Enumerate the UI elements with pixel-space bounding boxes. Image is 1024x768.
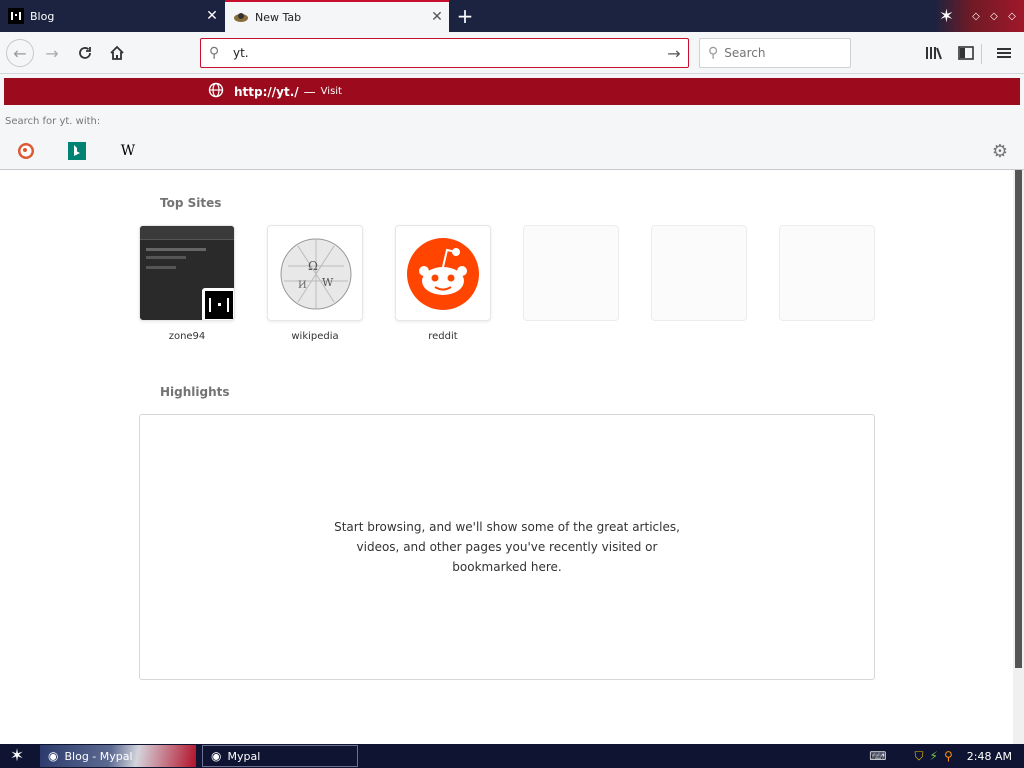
top-site-empty[interactable]	[779, 225, 875, 331]
system-tray: ⌨ ⛉ ⚡ ⚲ 2:48 AM	[869, 744, 1024, 768]
taskbar-item-label: Blog - Mypal	[64, 749, 133, 763]
top-site-empty[interactable]	[651, 225, 747, 331]
zone94-favicon-icon	[202, 288, 234, 320]
search-bar[interactable]: ⚲	[699, 38, 875, 68]
toolbar-separator	[981, 44, 982, 64]
window-controls: ✶ ◇ ◇ ◇	[934, 0, 1024, 32]
search-with-label: Search for yt. with:	[5, 116, 101, 127]
library-icon	[926, 47, 942, 60]
mypal-favicon-icon	[233, 9, 249, 25]
reddit-icon	[407, 238, 479, 310]
new-tab-button[interactable]: +	[452, 3, 478, 29]
taskbar-item-mypal[interactable]: ◉ Mypal	[202, 745, 358, 767]
svg-text:W: W	[322, 276, 334, 289]
minimize-icon[interactable]: ◇	[970, 11, 982, 22]
site-thumbnail	[395, 225, 491, 321]
tab-strip: Blog ✕ New Tab ✕ + ✶ ◇ ◇ ◇	[0, 0, 1024, 32]
close-window-icon[interactable]: ◇	[1006, 11, 1018, 22]
search-tray-icon[interactable]: ⚲	[944, 749, 953, 763]
star-logo-icon: ✶	[938, 5, 954, 27]
top-site-reddit[interactable]: reddit	[395, 225, 491, 342]
site-label: wikipedia	[291, 331, 339, 342]
tab-title: New Tab	[255, 10, 302, 24]
wikipedia-icon[interactable]: W	[119, 142, 137, 160]
taskbar-item-label: Mypal	[227, 749, 261, 763]
site-thumbnail	[139, 225, 235, 321]
top-sites-heading: Top Sites	[160, 196, 222, 210]
clock: 2:48 AM	[966, 749, 1012, 763]
top-site-wikipedia[interactable]: Ω W И wikipedia	[267, 225, 363, 342]
go-arrow-icon[interactable]: →	[660, 44, 688, 63]
url-autocomplete-popup: http://yt./ — Visit Search for yt. with:…	[0, 74, 1024, 170]
close-tab-icon[interactable]: ✕	[200, 8, 224, 24]
tab-blog[interactable]: Blog ✕	[0, 0, 224, 32]
home-icon	[110, 45, 124, 60]
bing-icon[interactable]	[68, 142, 86, 160]
blog-favicon-icon	[8, 8, 24, 24]
tab-new-tab[interactable]: New Tab ✕	[225, 0, 449, 32]
sidebar-icon	[958, 46, 974, 60]
start-button[interactable]: ✶	[0, 744, 34, 768]
keyboard-icon[interactable]: ⌨	[869, 749, 886, 763]
gear-icon[interactable]: ⚙	[992, 141, 1008, 162]
suggestion-action: Visit	[320, 86, 342, 97]
search-input[interactable]	[724, 46, 875, 60]
forward-button[interactable]: →	[38, 39, 66, 67]
top-site-zone94[interactable]: zone94	[139, 225, 235, 342]
mypal-app-icon: ◉	[48, 749, 59, 763]
shield-icon[interactable]: ⛉	[915, 749, 924, 764]
search-icon: ⚲	[708, 45, 719, 61]
os-taskbar: ✶ ◉ Blog - Mypal ◉ Mypal ⌨ ⛉ ⚡ ⚲ 2:48 AM	[0, 744, 1024, 768]
svg-text:И: И	[298, 280, 307, 291]
reload-button[interactable]	[71, 39, 99, 67]
maximize-icon[interactable]: ◇	[988, 11, 1000, 22]
site-placeholder	[779, 225, 875, 321]
globe-icon	[208, 82, 226, 102]
autocomplete-suggestion[interactable]: http://yt./ — Visit	[4, 78, 1020, 105]
wikipedia-globe-icon: Ω W И	[280, 238, 352, 310]
site-label: reddit	[428, 331, 458, 342]
hamburger-menu-icon	[997, 48, 1011, 58]
network-icon[interactable]: ⚡	[930, 749, 938, 763]
highlights-message: Start browsing, and we'll show some of t…	[334, 520, 680, 574]
sidebar-toggle-button[interactable]	[952, 39, 980, 67]
highlights-heading: Highlights	[160, 385, 230, 399]
back-button[interactable]: ←	[6, 39, 34, 67]
close-tab-icon[interactable]: ✕	[425, 9, 449, 25]
tab-title: Blog	[30, 9, 55, 23]
highlights-empty-state: Start browsing, and we'll show some of t…	[139, 414, 875, 680]
svg-text:Ω: Ω	[308, 259, 318, 273]
library-button[interactable]	[920, 39, 948, 67]
top-site-empty[interactable]	[523, 225, 619, 331]
new-tab-page: Top Sites zone94 Ω W И wikipedia reddit …	[0, 170, 1013, 744]
home-button[interactable]	[103, 39, 131, 67]
search-icon: ⚲	[209, 45, 220, 61]
url-input[interactable]	[233, 46, 660, 60]
site-placeholder	[523, 225, 619, 321]
site-placeholder	[651, 225, 747, 321]
scrollbar-thumb[interactable]	[1015, 170, 1022, 668]
taskbar-item-blog[interactable]: ◉ Blog - Mypal	[40, 745, 196, 767]
mypal-app-icon: ◉	[211, 749, 222, 763]
menu-button[interactable]	[990, 39, 1018, 67]
duckduckgo-icon[interactable]	[17, 142, 35, 160]
reload-icon	[79, 47, 91, 59]
navigation-toolbar: ← → ⚲ → ⚲	[0, 32, 1024, 74]
site-label: zone94	[168, 331, 206, 342]
site-thumbnail: Ω W И	[267, 225, 363, 321]
suggestion-separator: —	[303, 84, 316, 99]
page-scrollbar[interactable]	[1013, 170, 1024, 744]
url-bar[interactable]: ⚲ →	[200, 38, 689, 68]
suggestion-url: http://yt./	[234, 84, 299, 99]
